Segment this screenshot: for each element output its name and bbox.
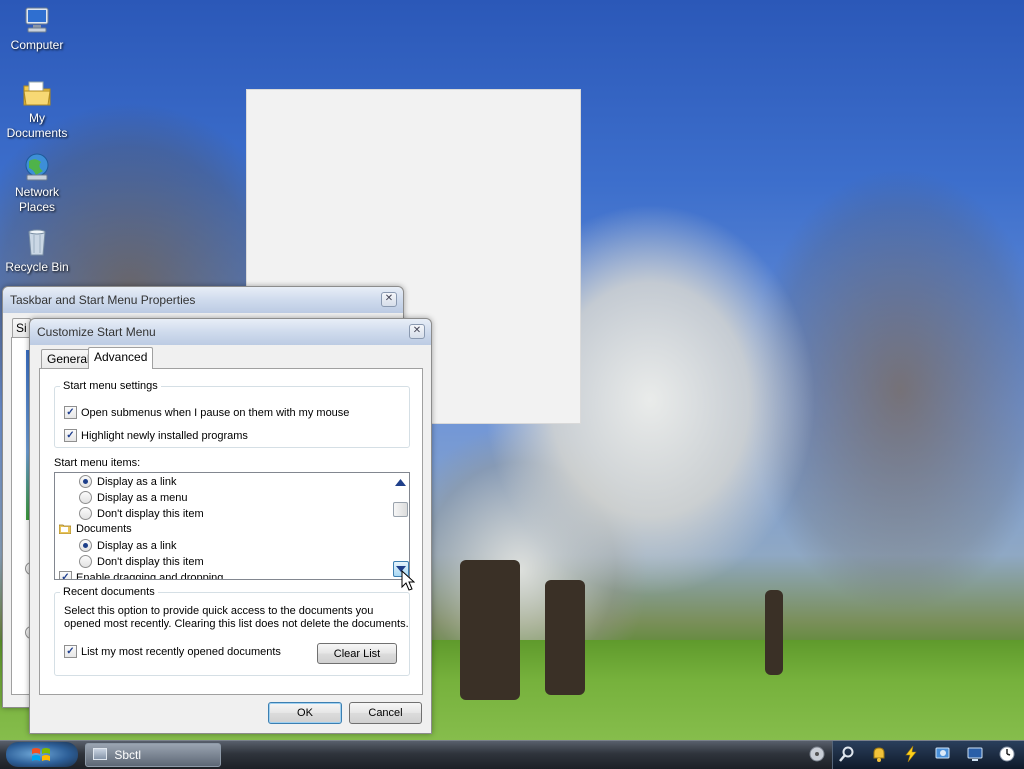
- window-title: Taskbar and Start Menu Properties: [10, 293, 196, 307]
- radio-button: [79, 491, 92, 504]
- list-item-label: Display as a link: [97, 539, 177, 552]
- desktop-icon-label: Network Places: [14, 185, 59, 214]
- desktop-icon-my-documents[interactable]: My Documents: [0, 77, 74, 141]
- documents-icon: [58, 524, 72, 535]
- folder-documents-icon: [21, 77, 53, 109]
- tray-search-icon[interactable]: [838, 745, 856, 763]
- windows-logo-icon: [32, 748, 50, 761]
- desktop-icon-recycle-bin[interactable]: Recycle Bin: [0, 226, 74, 275]
- list-item-label: Enable dragging and dropping: [76, 571, 224, 580]
- list-item[interactable]: Don't display this item: [79, 555, 204, 568]
- clear-list-button[interactable]: Clear List: [317, 643, 397, 664]
- taskbar-properties-titlebar[interactable]: Taskbar and Start Menu Properties ✕: [3, 287, 403, 313]
- desktop-icon-network-places[interactable]: Network Places: [0, 151, 74, 215]
- description-line: opened most recently. Clearing this list…: [64, 618, 409, 630]
- list-item-label: Display as a link: [97, 475, 177, 488]
- recent-documents-description: Select this option to provide quick acce…: [64, 605, 409, 631]
- cancel-button[interactable]: Cancel: [349, 702, 422, 724]
- customize-titlebar[interactable]: Customize Start Menu ✕: [30, 319, 431, 345]
- radio-button: [79, 507, 92, 520]
- desktop-icon-label: Computer: [10, 38, 64, 52]
- checkbox-label: Highlight newly installed programs: [81, 429, 248, 442]
- window-app-icon: [93, 748, 107, 760]
- list-item[interactable]: Display as a link: [79, 539, 176, 552]
- list-item[interactable]: ✓ Enable dragging and dropping: [59, 571, 224, 580]
- desktop-icon-label: My Documents: [6, 111, 68, 140]
- tray-monitor-icon[interactable]: [966, 745, 984, 763]
- desktop-icon-label: Recycle Bin: [5, 260, 69, 274]
- tray-bell-icon[interactable]: [870, 745, 888, 763]
- list-item-label: Don't display this item: [97, 555, 204, 568]
- list-recent-documents-checkbox[interactable]: ✓ List my most recently opened documents: [64, 645, 281, 658]
- checkbox-box: ✓: [64, 645, 77, 658]
- close-icon: ✕: [384, 293, 394, 304]
- tray-lightning-icon[interactable]: [902, 745, 920, 763]
- tab-advanced[interactable]: Advanced: [88, 347, 154, 369]
- wallpaper-trunk: [460, 560, 520, 700]
- tab-label: Si: [16, 321, 27, 335]
- tray-network-icon[interactable]: [934, 745, 952, 763]
- list-item[interactable]: Display as a menu: [79, 491, 188, 504]
- list-item-label: Documents: [76, 523, 132, 535]
- start-button[interactable]: [6, 742, 78, 767]
- close-button[interactable]: ✕: [409, 324, 425, 339]
- checkbox-box: ✓: [64, 406, 77, 419]
- highlight-programs-checkbox[interactable]: ✓ Highlight newly installed programs: [64, 429, 248, 442]
- radio-button: [79, 539, 92, 552]
- dialog-title: Customize Start Menu: [37, 325, 156, 339]
- customize-start-menu-dialog: Customize Start Menu ✕ General Advanced …: [29, 318, 432, 734]
- notification-area: [832, 741, 1024, 769]
- list-item-header: Documents: [58, 523, 132, 535]
- list-item-label: Don't display this item: [97, 507, 204, 520]
- description-line: Select this option to provide quick acce…: [64, 605, 374, 617]
- open-submenus-checkbox[interactable]: ✓ Open submenus when I pause on them wit…: [64, 406, 349, 419]
- advanced-tab-panel: Start menu settings ✓ Open submenus when…: [39, 368, 423, 695]
- radio-button: [79, 475, 92, 488]
- wallpaper-trunk: [765, 590, 783, 675]
- checkbox-box: ✓: [59, 571, 72, 579]
- checkbox-label: Open submenus when I pause on them with …: [81, 406, 350, 419]
- taskbar-item-sbctl[interactable]: Sbctl: [85, 743, 221, 767]
- tab-label: Advanced: [94, 350, 148, 364]
- close-icon: ✕: [412, 325, 422, 336]
- computer-icon: [21, 4, 53, 36]
- start-menu-items-label: Start menu items:: [54, 457, 141, 469]
- recycle-bin-icon: [21, 226, 53, 258]
- close-button[interactable]: ✕: [381, 292, 397, 307]
- taskbar: Sbctl: [0, 740, 1024, 769]
- tray-clock-icon[interactable]: [998, 745, 1016, 763]
- checkbox-box: ✓: [64, 429, 77, 442]
- radio-button: [79, 555, 92, 568]
- tab-label: General: [47, 352, 90, 366]
- group-title: Recent documents: [63, 586, 155, 598]
- checkbox-label: List my most recently opened documents: [81, 645, 281, 658]
- scroll-thumb[interactable]: [393, 502, 408, 517]
- taskbar-item-label: Sbctl: [114, 748, 142, 762]
- scroll-up-icon[interactable]: [395, 477, 406, 489]
- network-globe-icon: [21, 151, 53, 183]
- list-item-label: Display as a menu: [97, 491, 188, 504]
- desktop-icon-computer[interactable]: Computer: [0, 4, 74, 53]
- group-title: Start menu settings: [63, 380, 158, 392]
- list-scrollbar[interactable]: [392, 473, 409, 579]
- ok-button[interactable]: OK: [268, 702, 342, 724]
- start-menu-items-list[interactable]: Display as a link Display as a menu Don'…: [54, 472, 410, 580]
- mouse-cursor-icon: [401, 570, 415, 591]
- list-item[interactable]: Don't display this item: [79, 507, 204, 520]
- tray-disc-icon[interactable]: [808, 745, 826, 763]
- wallpaper-trunk: [545, 580, 585, 695]
- list-item[interactable]: Display as a link: [79, 475, 176, 488]
